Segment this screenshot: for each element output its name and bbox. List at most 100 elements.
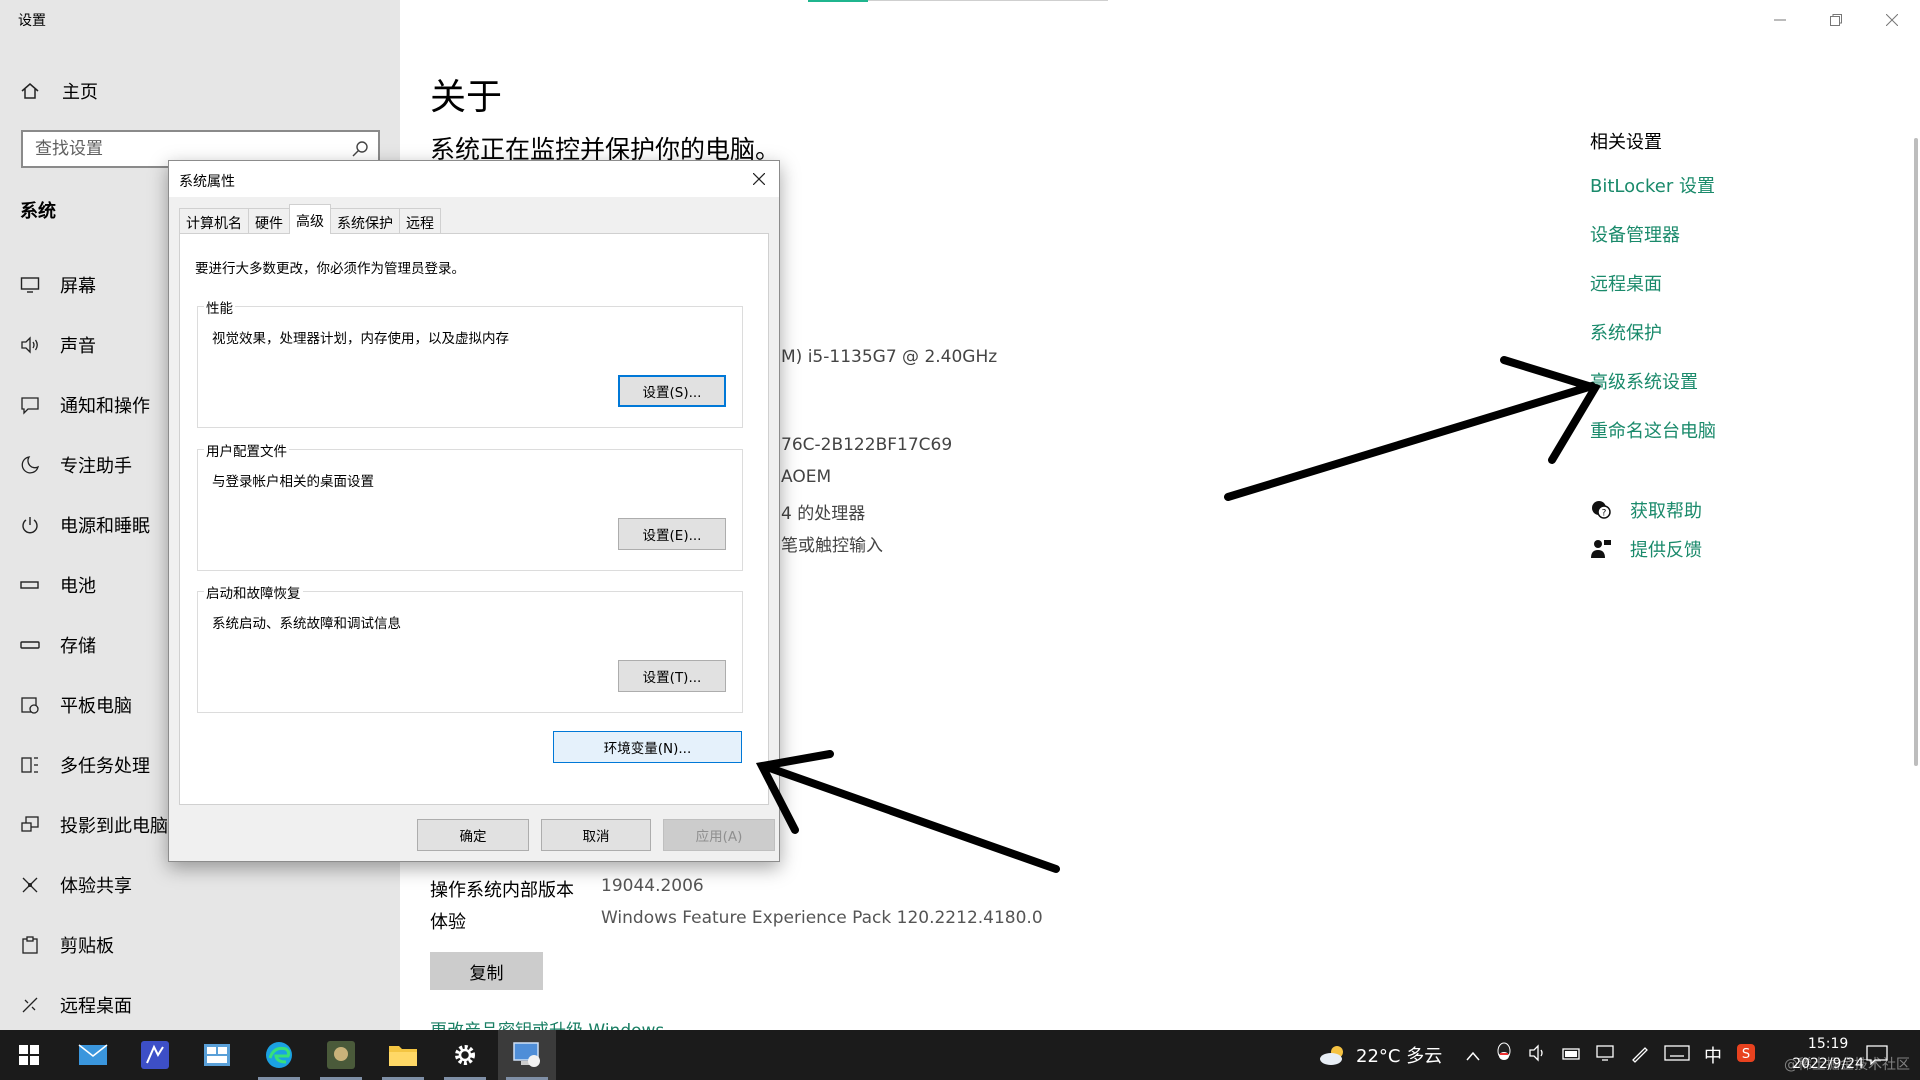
sidebar-item-label: 电源和睡眠 xyxy=(60,516,150,537)
sidebar-item-remote-desktop[interactable]: 远程桌面 xyxy=(0,975,400,1035)
dialog-title: 系统属性 xyxy=(179,174,235,190)
sidebar-item-label: 投影到此电脑 xyxy=(60,816,168,837)
tab-computer-name[interactable]: 计算机名 xyxy=(179,208,249,234)
svg-text:S: S xyxy=(1742,1047,1750,1062)
nav-home-label: 主页 xyxy=(62,82,98,103)
close-icon xyxy=(753,173,765,185)
startup-recovery-settings-button[interactable]: 设置(T)... xyxy=(618,660,726,692)
group-label: 性能 xyxy=(204,297,235,317)
ok-button[interactable]: 确定 xyxy=(417,819,529,851)
sogou-ime-icon[interactable]: S xyxy=(1736,1043,1756,1068)
copy-button[interactable]: 复制 xyxy=(430,952,543,990)
sidebar-item-label: 屏幕 xyxy=(60,276,96,297)
performance-settings-button[interactable]: 设置(S)... xyxy=(618,375,726,407)
section-label: 系统 xyxy=(20,201,56,222)
group-description: 系统启动、系统故障和调试信息 xyxy=(212,616,401,632)
weather-widget[interactable]: 22°C 多云 xyxy=(1318,1030,1442,1080)
cancel-button[interactable]: 取消 xyxy=(541,819,651,851)
battery-tray-icon[interactable] xyxy=(1562,1045,1582,1066)
search-icon[interactable] xyxy=(350,139,370,159)
system-properties-dialog: 系统属性 计算机名 硬件 高级 系统保护 远程 要进行大多数更改，你必须作为管理… xyxy=(168,160,780,862)
nav-home[interactable]: 主页 xyxy=(20,78,98,104)
tab-remote[interactable]: 远程 xyxy=(399,208,441,234)
spec-product-id-fragment: AOEM xyxy=(781,467,832,487)
group-label: 用户配置文件 xyxy=(204,440,289,460)
storage-icon xyxy=(20,641,40,649)
cloudy-weather-icon xyxy=(1320,1046,1343,1065)
taskbar-system-properties[interactable] xyxy=(498,1030,556,1080)
tab-advanced[interactable]: 高级 xyxy=(289,204,331,234)
sidebar-item-label: 远程桌面 xyxy=(60,996,132,1017)
page-title: 关于 xyxy=(430,77,503,118)
sidebar-item-label: 电池 xyxy=(60,576,96,597)
give-feedback-link[interactable]: 提供反馈 xyxy=(1590,529,1702,568)
sidebar-item-label: 专注助手 xyxy=(60,456,132,477)
group-description: 视觉效果，处理器计划，内存使用，以及虚拟内存 xyxy=(212,331,509,347)
start-button[interactable] xyxy=(0,1030,58,1080)
svg-text:?: ? xyxy=(1602,508,1607,518)
help-chat-icon: ? xyxy=(1592,500,1611,519)
taskbar-edge[interactable] xyxy=(250,1030,308,1080)
network-icon[interactable] xyxy=(1596,1044,1616,1067)
taskbar-game[interactable] xyxy=(312,1030,370,1080)
spec-row-experience: 体验 Windows Feature Experience Pack 120.2… xyxy=(430,908,1043,934)
clipboard-icon xyxy=(22,936,38,954)
moon-icon xyxy=(21,456,40,474)
taskbar-app-notes[interactable] xyxy=(126,1030,184,1080)
sidebar-item-label: 通知和操作 xyxy=(60,396,150,417)
get-help-link[interactable]: ? 获取帮助 xyxy=(1590,490,1702,529)
home-icon xyxy=(21,83,39,99)
admin-note: 要进行大多数更改，你必须作为管理员登录。 xyxy=(195,261,465,277)
taskbar-settings[interactable] xyxy=(436,1030,494,1080)
notification-icon xyxy=(21,397,39,415)
chevron-up-icon[interactable] xyxy=(1466,1045,1480,1066)
taskbar: 22°C 多云 中 S 15:19 2022/9/24 @稀土掘金技术社区 xyxy=(0,1030,1920,1080)
sidebar-item-label: 存储 xyxy=(60,636,96,657)
advanced-system-settings-link[interactable]: 高级系统设置 xyxy=(1590,368,1716,417)
bitlocker-settings-link[interactable]: BitLocker 设置 xyxy=(1590,172,1716,221)
multitask-icon xyxy=(21,757,38,773)
windows-logo-icon xyxy=(19,1045,39,1065)
ime-indicator[interactable]: 中 xyxy=(1704,1042,1722,1068)
sidebar-item-label: 体验共享 xyxy=(60,876,132,897)
mail-icon xyxy=(78,1044,108,1065)
group-description: 与登录帐户相关的桌面设置 xyxy=(212,474,374,490)
sidebar-item-label: 剪贴板 xyxy=(60,936,114,957)
game-app-icon xyxy=(327,1041,355,1069)
remote-desktop-link[interactable]: 远程桌面 xyxy=(1590,270,1716,319)
spec-row-os-build: 操作系统内部版本 19044.2006 xyxy=(430,876,704,902)
environment-variables-button[interactable]: 环境变量(N)... xyxy=(553,731,742,763)
group-performance: 性能 视觉效果，处理器计划，内存使用，以及虚拟内存 设置(S)... xyxy=(197,297,743,428)
dialog-close-button[interactable] xyxy=(747,167,771,191)
clock-time: 15:19 xyxy=(1807,1036,1849,1052)
sidebar-item-clipboard[interactable]: 剪贴板 xyxy=(0,915,400,975)
tab-hardware[interactable]: 硬件 xyxy=(248,208,290,234)
help-area: ? 获取帮助 提供反馈 xyxy=(1590,490,1702,568)
power-icon xyxy=(22,517,38,534)
keyboard-icon[interactable] xyxy=(1664,1044,1690,1066)
share-icon xyxy=(22,877,38,893)
system-protection-link[interactable]: 系统保护 xyxy=(1590,319,1716,368)
rename-pc-link[interactable]: 重命名这台电脑 xyxy=(1590,417,1716,466)
tab-system-protection[interactable]: 系统保护 xyxy=(330,208,400,234)
content-scrollbar[interactable] xyxy=(1914,138,1918,766)
app-title: 设置 xyxy=(18,13,46,29)
weather-text: 22°C 多云 xyxy=(1356,1046,1443,1067)
pen-icon[interactable] xyxy=(1630,1043,1650,1068)
apply-button[interactable]: 应用(A) xyxy=(663,819,775,851)
qq-tray-icon[interactable] xyxy=(1494,1042,1514,1069)
spec-label: 操作系统内部版本 xyxy=(430,880,574,901)
device-manager-link[interactable]: 设备管理器 xyxy=(1590,221,1716,270)
sidebar-item-shared-experiences[interactable]: 体验共享 xyxy=(0,855,400,915)
taskbar-app-board[interactable] xyxy=(188,1030,246,1080)
volume-icon[interactable] xyxy=(1528,1043,1548,1067)
taskbar-mail[interactable] xyxy=(64,1030,122,1080)
give-feedback-label: 提供反馈 xyxy=(1630,539,1702,561)
feedback-person-icon xyxy=(1591,539,1611,558)
taskbar-file-explorer[interactable] xyxy=(374,1030,432,1080)
dialog-titlebar[interactable]: 系统属性 xyxy=(169,161,779,197)
user-profiles-settings-button[interactable]: 设置(E)... xyxy=(618,518,726,550)
sidebar-item-label: 多任务处理 xyxy=(60,756,150,777)
spec-device-id-fragment: 76C-2B122BF17C69 xyxy=(781,435,953,455)
remote-icon xyxy=(22,997,38,1013)
